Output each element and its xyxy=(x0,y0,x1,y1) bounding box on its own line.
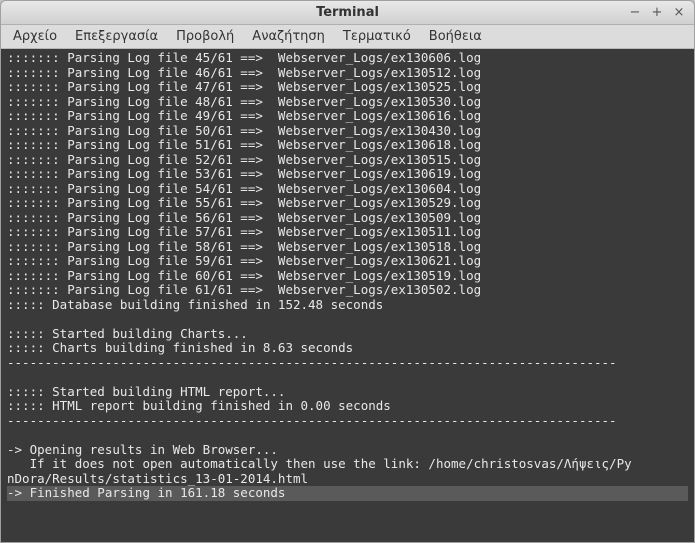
terminal-line: ::::::: Parsing Log file 61/61 ==> Webse… xyxy=(7,283,688,298)
terminal-line: ::::: Started building Charts... xyxy=(7,327,688,342)
terminal-line: ::::: HTML report building finished in 0… xyxy=(7,399,688,414)
titlebar[interactable]: Terminal − + × xyxy=(1,1,694,25)
menu-file[interactable]: Αρχείο xyxy=(5,27,65,46)
terminal-line: ::::::: Parsing Log file 51/61 ==> Webse… xyxy=(7,138,688,153)
terminal-line: ----------------------------------------… xyxy=(7,414,688,429)
terminal-line: ::::::: Parsing Log file 52/61 ==> Webse… xyxy=(7,153,688,168)
terminal-line: -> Opening results in Web Browser... xyxy=(7,443,688,458)
maximize-button[interactable]: + xyxy=(650,6,664,20)
terminal-line: ::::::: Parsing Log file 53/61 ==> Webse… xyxy=(7,167,688,182)
terminal-line: ::::: Charts building finished in 8.63 s… xyxy=(7,341,688,356)
terminal-line: ::::::: Parsing Log file 49/61 ==> Webse… xyxy=(7,109,688,124)
terminal-line: If it does not open automatically then u… xyxy=(7,457,688,472)
terminal-line: ::::::: Parsing Log file 46/61 ==> Webse… xyxy=(7,66,688,81)
terminal-line: nDora/Results/statistics_13-01-2014.html xyxy=(7,472,688,487)
terminal-line: ::::::: Parsing Log file 60/61 ==> Webse… xyxy=(7,269,688,284)
terminal-window: Terminal − + × Αρχείο Επεξεργασία Προβολ… xyxy=(0,0,695,543)
minimize-button[interactable]: − xyxy=(628,6,642,20)
close-button[interactable]: × xyxy=(672,6,686,20)
terminal-line: ::::::: Parsing Log file 55/61 ==> Webse… xyxy=(7,196,688,211)
terminal-line xyxy=(7,370,688,385)
terminal-line: ::::: Database building finished in 152.… xyxy=(7,298,688,313)
terminal-line: ----------------------------------------… xyxy=(7,356,688,371)
terminal-line xyxy=(7,312,688,327)
terminal-line: ::::::: Parsing Log file 47/61 ==> Webse… xyxy=(7,80,688,95)
terminal-line: ::::::: Parsing Log file 59/61 ==> Webse… xyxy=(7,254,688,269)
menu-terminal[interactable]: Τερματικό xyxy=(335,27,419,46)
menu-help[interactable]: Βοήθεια xyxy=(421,27,490,46)
terminal-line: ::::::: Parsing Log file 58/61 ==> Webse… xyxy=(7,240,688,255)
menu-edit[interactable]: Επεξεργασία xyxy=(67,27,166,46)
menubar: Αρχείο Επεξεργασία Προβολή Αναζήτηση Τερ… xyxy=(1,25,694,49)
window-controls: − + × xyxy=(628,6,686,20)
terminal-line: ::::: Started building HTML report... xyxy=(7,385,688,400)
terminal-line: ::::::: Parsing Log file 45/61 ==> Webse… xyxy=(7,51,688,66)
terminal-line: ::::::: Parsing Log file 48/61 ==> Webse… xyxy=(7,95,688,110)
terminal-line xyxy=(7,428,688,443)
terminal-cursor-line: -> Finished Parsing in 161.18 seconds xyxy=(7,486,688,501)
terminal-line: ::::::: Parsing Log file 50/61 ==> Webse… xyxy=(7,124,688,139)
terminal-line: ::::::: Parsing Log file 54/61 ==> Webse… xyxy=(7,182,688,197)
terminal-line: ::::::: Parsing Log file 57/61 ==> Webse… xyxy=(7,225,688,240)
terminal-output[interactable]: ::::::: Parsing Log file 45/61 ==> Webse… xyxy=(1,49,694,542)
menu-search[interactable]: Αναζήτηση xyxy=(244,27,333,46)
terminal-line: ::::::: Parsing Log file 56/61 ==> Webse… xyxy=(7,211,688,226)
menu-view[interactable]: Προβολή xyxy=(168,27,242,46)
window-title: Terminal xyxy=(7,5,688,20)
